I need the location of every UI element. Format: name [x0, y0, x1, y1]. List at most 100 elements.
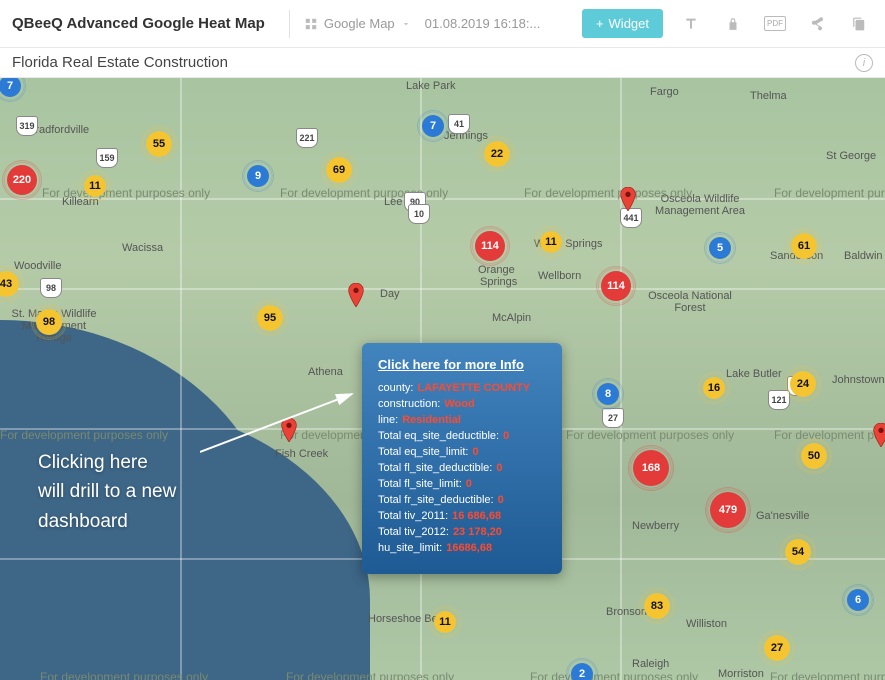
tooltip-field-label: construction: [378, 398, 440, 410]
map-pin-icon[interactable] [620, 187, 636, 211]
tooltip-data-row: Total fr_site_deductible: 0 [378, 494, 546, 506]
map-place-label: Newberry [632, 520, 679, 532]
map-place-label: Woodville [14, 260, 62, 272]
tooltip-field-label: Total fr_site_deductible: [378, 494, 494, 506]
page-subtitle: Florida Real Estate Construction [12, 54, 228, 71]
map-cluster-marker[interactable]: 24 [790, 371, 816, 397]
tooltip-field-value: 0 [466, 478, 472, 490]
route-shield: 319 [16, 116, 38, 136]
tooltip-data-row: Total eq_site_limit:0 [378, 446, 546, 458]
tooltip-data-row: Total tiv_2011:16 686,68 [378, 510, 546, 522]
map-cluster-marker[interactable]: 50 [801, 443, 827, 469]
map-cluster-marker[interactable]: 22 [484, 141, 510, 167]
map-cluster-marker[interactable]: 114 [475, 231, 505, 261]
dev-watermark: For development purposes only [770, 670, 885, 680]
text-icon[interactable] [677, 10, 705, 38]
share-icon[interactable] [803, 10, 831, 38]
map-type-dropdown[interactable]: Google Map [304, 16, 411, 31]
map-cluster-marker[interactable]: 220 [7, 165, 37, 195]
map-pin-icon[interactable] [348, 283, 364, 307]
map-cluster-marker[interactable]: 11 [540, 231, 562, 253]
chevron-down-icon [401, 19, 411, 29]
dev-watermark: For development purposes only [774, 428, 885, 442]
map-cluster-marker[interactable]: 7 [0, 78, 21, 97]
add-widget-button[interactable]: + Widget [582, 9, 663, 38]
annotation-line: dashboard [38, 507, 176, 536]
tooltip-field-value: 0 [496, 462, 502, 474]
map-cluster-marker[interactable]: 11 [434, 611, 456, 633]
map-cluster-marker[interactable]: 8 [597, 383, 619, 405]
map-cluster-marker[interactable]: 9 [247, 165, 269, 187]
water-region [0, 400, 370, 680]
route-shield: 10 [408, 204, 430, 224]
map-cluster-marker[interactable]: 479 [710, 492, 746, 528]
tooltip-field-label: Total fl_site_limit: [378, 478, 462, 490]
map-cluster-marker[interactable]: 43 [0, 271, 19, 297]
widget-button-label: Widget [609, 16, 649, 31]
annotation-text: Clicking here will drill to a new dashbo… [38, 448, 176, 536]
tooltip-data-row: hu_site_limit:16686,68 [378, 542, 546, 554]
app-title: QBeeQ Advanced Google Heat Map [12, 15, 265, 32]
tooltip-field-value: 0 [498, 494, 504, 506]
tooltip-data-row: Total tiv_2012:23 178,20 [378, 526, 546, 538]
map-cluster-marker[interactable]: 6 [847, 589, 869, 611]
map-canvas[interactable]: Lake ParkFargoThelmaBradfordvilleJenning… [0, 78, 885, 680]
tooltip-field-value: 0 [503, 430, 509, 442]
lock-icon[interactable] [719, 10, 747, 38]
tooltip-field-value: Residential [402, 414, 461, 426]
tooltip-data-row: Total fl_site_limit: 0 [378, 478, 546, 490]
map-pin-icon[interactable] [873, 423, 885, 447]
map-cluster-marker[interactable]: 27 [764, 635, 790, 661]
route-shield: 27 [602, 408, 624, 428]
map-place-label: Wellborn [538, 270, 581, 282]
map-cluster-marker[interactable]: 11 [84, 175, 106, 197]
map-cluster-marker[interactable]: 98 [36, 309, 62, 335]
route-shield: 41 [448, 114, 470, 134]
map-cluster-marker[interactable]: 2 [571, 663, 593, 680]
map-place-label: Osceola National Forest [640, 290, 740, 314]
map-place-label: Wacissa [122, 242, 163, 254]
map-place-label: Thelma [750, 90, 787, 102]
map-place-label: Lake Park [406, 80, 456, 92]
date-display: 01.08.2019 16:18:... [425, 16, 541, 31]
map-cluster-marker[interactable]: 54 [785, 539, 811, 565]
map-pin-icon[interactable] [281, 418, 297, 442]
tooltip-field-value: 0 [473, 446, 479, 458]
tooltip-drilldown-link[interactable]: Click here for more Info [378, 357, 546, 372]
map-cluster-marker[interactable]: 55 [146, 131, 172, 157]
tooltip-data-row: line: Residential [378, 414, 546, 426]
tooltip-field-label: line: [378, 414, 398, 426]
tooltip-field-label: hu_site_limit: [378, 542, 442, 554]
map-cluster-marker[interactable]: 114 [601, 271, 631, 301]
map-place-label: Orange [478, 264, 515, 276]
map-place-label: Ga'nesville [756, 510, 809, 522]
dev-watermark: For development purposes only [530, 670, 698, 680]
map-cluster-marker[interactable]: 61 [791, 233, 817, 259]
dropdown-label: Google Map [324, 16, 395, 31]
map-cluster-marker[interactable]: 95 [257, 305, 283, 331]
info-icon[interactable]: i [855, 54, 873, 72]
dev-watermark: For development purposes only [566, 428, 734, 442]
map-place-label: McAlpin [492, 312, 531, 324]
map-cluster-marker[interactable]: 5 [709, 237, 731, 259]
map-place-label: Johnstown [832, 374, 885, 386]
map-cluster-marker[interactable]: 168 [633, 450, 669, 486]
map-place-label: St George [826, 150, 876, 162]
tooltip-field-label: Total eq_site_deductible: [378, 430, 499, 442]
map-cluster-marker[interactable]: 83 [644, 593, 670, 619]
tooltip-data-row: Total fl_site_deductible:0 [378, 462, 546, 474]
route-shield: 221 [296, 128, 318, 148]
map-place-label: Fargo [650, 86, 679, 98]
map-cluster-marker[interactable]: 7 [422, 115, 444, 137]
tooltip-field-value: 23 178,20 [453, 526, 502, 538]
copy-icon[interactable] [845, 10, 873, 38]
map-place-label: Lake Butler [726, 368, 782, 380]
map-cluster-marker[interactable]: 69 [326, 157, 352, 183]
pdf-icon[interactable]: PDF [761, 10, 789, 38]
tooltip-field-value: Wood [444, 398, 474, 410]
tooltip-data-row: construction: Wood [378, 398, 546, 410]
map-place-label: Athena [308, 366, 343, 378]
map-cluster-marker[interactable]: 16 [703, 377, 725, 399]
divider [289, 10, 290, 38]
top-toolbar: QBeeQ Advanced Google Heat Map Google Ma… [0, 0, 885, 48]
